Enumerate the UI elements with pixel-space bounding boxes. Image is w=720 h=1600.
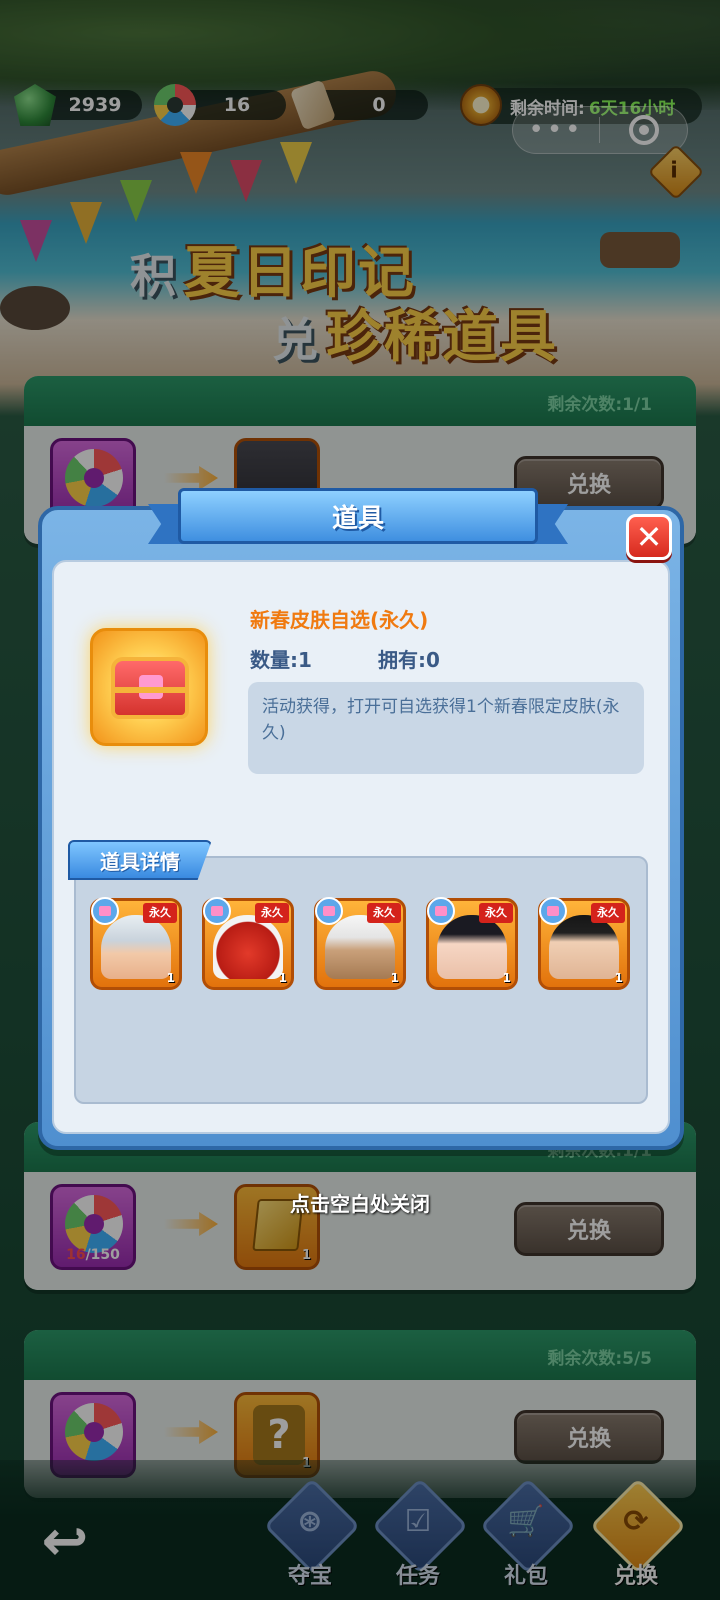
close-icon: ✕ bbox=[635, 518, 663, 556]
permanent-tag: 永久 bbox=[143, 903, 177, 923]
tap-to-close-hint: 点击空白处关闭 bbox=[290, 1192, 430, 1216]
permanent-tag: 永久 bbox=[591, 903, 625, 923]
skin-option[interactable]: 永久 1 bbox=[314, 897, 406, 990]
details-tab-label: 道具详情 bbox=[68, 840, 212, 880]
skin-quantity: 1 bbox=[614, 971, 623, 985]
modal-title: 道具 bbox=[178, 488, 538, 544]
shirt-icon bbox=[203, 897, 231, 925]
skin-quantity: 1 bbox=[390, 971, 399, 985]
shirt-icon bbox=[91, 897, 119, 925]
hero-portrait bbox=[325, 915, 395, 979]
skin-option[interactable]: 永久 1 bbox=[90, 897, 182, 990]
modal-title-ribbon: 道具 bbox=[148, 484, 568, 556]
item-icon bbox=[90, 628, 208, 746]
hero-portrait bbox=[213, 915, 283, 979]
item-description: 活动获得，打开可自选获得1个新春限定皮肤(永久) bbox=[248, 682, 644, 774]
item-name: 新春皮肤自选(永久) bbox=[250, 608, 429, 632]
hero-portrait bbox=[101, 915, 171, 979]
hero-portrait bbox=[549, 915, 619, 979]
skin-quantity: 1 bbox=[278, 971, 287, 985]
shirt-icon bbox=[539, 897, 567, 925]
skin-option[interactable]: 永久 1 bbox=[202, 897, 294, 990]
skin-option[interactable]: 永久 1 bbox=[538, 897, 630, 990]
shirt-icon bbox=[315, 897, 343, 925]
shirt-icon bbox=[427, 897, 455, 925]
permanent-tag: 永久 bbox=[367, 903, 401, 923]
permanent-tag: 永久 bbox=[479, 903, 513, 923]
close-button[interactable]: ✕ bbox=[626, 514, 672, 560]
item-quantity: 数量:1 bbox=[250, 648, 312, 672]
treasure-chest-icon bbox=[111, 657, 189, 719]
hero-portrait bbox=[437, 915, 507, 979]
permanent-tag: 永久 bbox=[255, 903, 289, 923]
skin-quantity: 1 bbox=[166, 971, 175, 985]
skin-option[interactable]: 永久 1 bbox=[426, 897, 518, 990]
skin-quantity: 1 bbox=[502, 971, 511, 985]
item-owned: 拥有:0 bbox=[378, 648, 440, 672]
